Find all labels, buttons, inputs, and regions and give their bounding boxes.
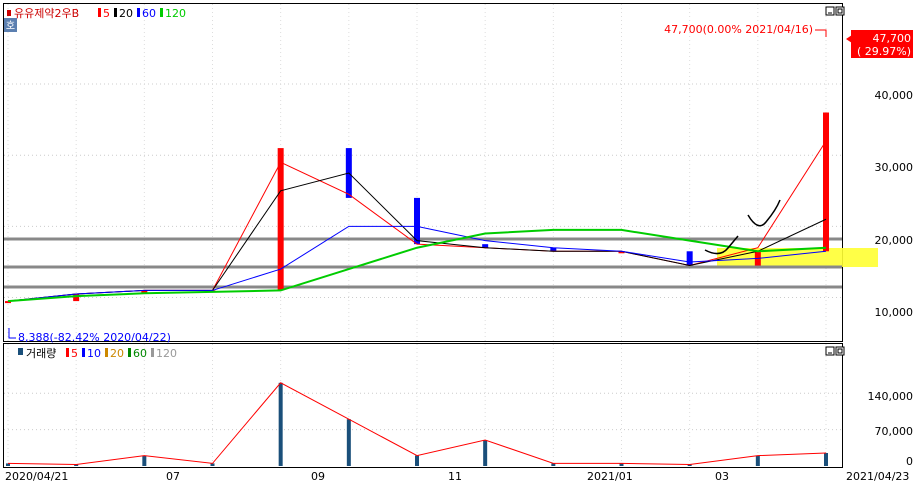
volume-y-axis: 140,000 70,000 0 [868, 390, 914, 468]
y-tick-30000: 30,000 [875, 161, 914, 174]
legend-marker [7, 10, 11, 16]
legend-swatch-20 [114, 8, 117, 17]
vol-legend-swatch-120 [151, 348, 154, 357]
legend-swatch-120 [160, 8, 163, 17]
price-panel-maximize-button[interactable] [835, 6, 845, 16]
vol-legend-swatch-60 [128, 348, 131, 357]
legend-label-120: 120 [165, 7, 186, 20]
volume-bar [278, 382, 283, 466]
vol-legend-swatch-5 [66, 348, 69, 357]
volume-bar [142, 455, 147, 466]
vol-legend-label-60: 60 [133, 347, 147, 360]
legend-label-20: 20 [119, 7, 133, 20]
y-tick-10000: 10,000 [875, 306, 914, 319]
vol-legend-label-10: 10 [87, 347, 101, 360]
x-tick-start: 2020/04/21 [5, 470, 68, 483]
x-tick-2021-01: 2021/01 [587, 470, 633, 483]
volume-panel-minimize-button[interactable] [825, 346, 835, 356]
vol-tick-70000: 70,000 [875, 425, 914, 438]
volume-bar [755, 455, 760, 466]
volume-panel-maximize-button[interactable] [835, 346, 845, 356]
volume-panel-frame [3, 343, 843, 468]
legend-label-60: 60 [142, 7, 156, 20]
legend-swatch-60 [137, 8, 140, 17]
price-y-axis: 40,000 30,000 20,000 10,000 [875, 89, 914, 319]
volume-bar [415, 455, 419, 466]
vol-legend-label-5: 5 [71, 347, 78, 360]
max-price-annotation: 47,700(0.00% 2021/04/16) [664, 23, 813, 36]
x-tick-end: 2021/04/23 [846, 470, 909, 483]
volume-bar [483, 440, 488, 466]
x-tick-07: 07 [166, 470, 180, 483]
legend-swatch-5 [98, 8, 101, 17]
candle [823, 112, 829, 252]
candle [414, 197, 420, 245]
volume-bar [824, 453, 828, 466]
vol-legend-label-20: 20 [110, 347, 124, 360]
current-price-pointer [846, 35, 852, 43]
ho-label[interactable]: 호 [6, 20, 15, 32]
stock-chart: 40,000 30,000 20,000 10,000 140,000 70,0… [0, 0, 916, 483]
x-tick-09: 09 [311, 470, 325, 483]
y-tick-40000: 40,000 [875, 89, 914, 102]
volume-legend-marker [18, 348, 23, 355]
x-axis: 2020/04/21 07 09 11 2021/01 03 2021/04/2… [5, 470, 909, 483]
volume-legend-title: 거래량 [26, 347, 56, 360]
vol-tick-0: 0 [906, 455, 913, 468]
vol-legend-swatch-10 [82, 348, 85, 357]
highlight-band [717, 248, 878, 267]
current-price-change: ( 29.97%) [857, 45, 911, 58]
legend-label-5: 5 [103, 7, 110, 20]
y-tick-20000: 20,000 [875, 234, 914, 247]
x-tick-11: 11 [448, 470, 462, 483]
x-tick-03: 03 [715, 470, 729, 483]
price-panel-minimize-button[interactable] [825, 6, 835, 16]
legend-title: 유유제약2우B [14, 6, 79, 20]
vol-legend-label-120: 120 [156, 347, 177, 360]
vol-legend-swatch-20 [105, 348, 108, 357]
vol-tick-140000: 140,000 [868, 390, 914, 403]
min-price-annotation: 8,388(-82.42% 2020/04/22) [18, 331, 171, 344]
current-price-value: 47,700 [873, 32, 912, 45]
volume-bar [346, 419, 351, 466]
candle [686, 251, 693, 266]
